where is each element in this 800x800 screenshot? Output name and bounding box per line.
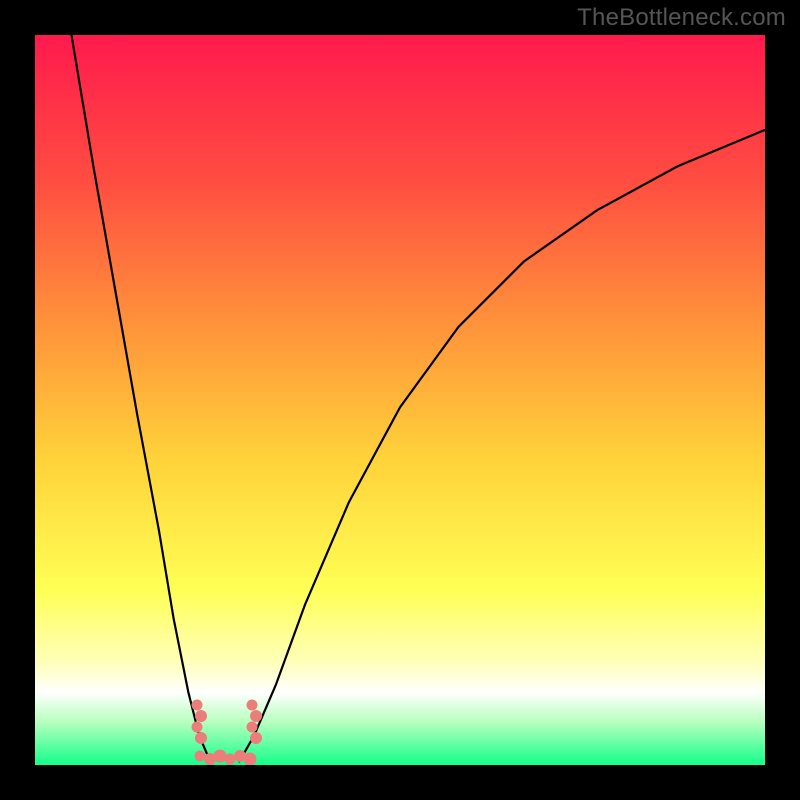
marker-left-cluster-3 (195, 732, 207, 744)
marker-left-cluster-0 (192, 699, 203, 710)
marker-right-cluster-0 (247, 699, 258, 710)
marker-right-cluster-1 (250, 710, 262, 722)
chart-frame: TheBottleneck.com (0, 0, 800, 800)
marker-left-cluster-1 (195, 710, 207, 722)
marker-layer (35, 35, 765, 765)
marker-right-cluster-3 (250, 732, 262, 744)
watermark-text: TheBottleneck.com (577, 4, 786, 32)
marker-left-cluster-2 (192, 721, 203, 732)
marker-right-cluster-2 (247, 721, 258, 732)
marker-bottom-cluster-5 (243, 752, 256, 765)
plot-area (35, 35, 765, 765)
